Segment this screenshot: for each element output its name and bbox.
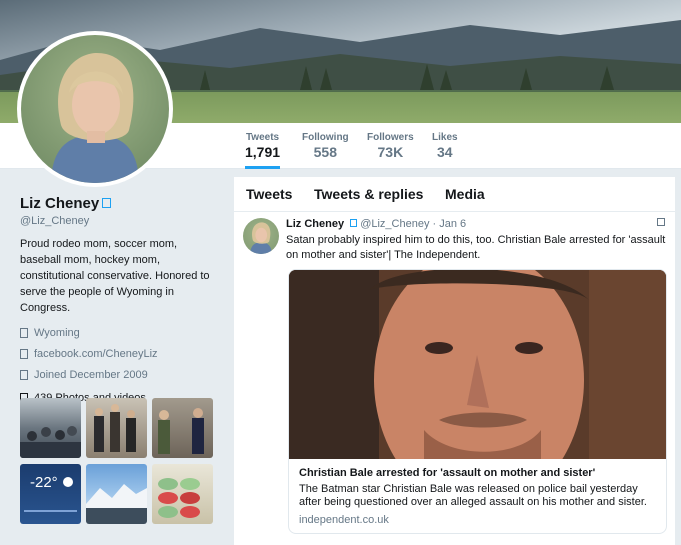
tweet-author-handle[interactable]: @Liz_Cheney — [360, 218, 429, 230]
avatar-portrait — [51, 53, 139, 183]
photo-thumb-image — [24, 477, 77, 512]
stat-followers[interactable]: Followers 73K — [367, 132, 414, 160]
stat-followers-label: Followers — [367, 132, 414, 143]
verified-badge-icon — [102, 198, 112, 208]
tweet-header: Liz Cheney @Liz_Cheney · Jan 6 — [286, 218, 466, 230]
profile-handle[interactable]: @Liz_Cheney — [20, 215, 215, 227]
photo-thumb-image — [158, 478, 200, 518]
link-card-description: The Batman star Christian Bale was relea… — [299, 483, 647, 508]
tab-tweets[interactable]: Tweets — [246, 186, 292, 202]
photo-thumb[interactable] — [86, 464, 147, 524]
stat-tweets-label: Tweets — [245, 132, 280, 143]
tweet-separator: · — [432, 218, 437, 230]
tab-media[interactable]: Media — [445, 186, 485, 202]
tweet-date[interactable]: Jan 6 — [439, 218, 466, 230]
link-card-photo — [289, 270, 666, 459]
weather-temp: -22° — [30, 474, 58, 491]
avatar[interactable] — [21, 35, 169, 183]
tweet-avatar-portrait — [250, 222, 272, 254]
photo-thumb[interactable] — [152, 398, 213, 458]
photo-thumb[interactable] — [152, 464, 213, 524]
stat-tweets[interactable]: Tweets 1,791 — [245, 132, 281, 169]
photo-thumb-image — [158, 408, 204, 454]
link-card-title: Christian Bale arrested for 'assault on … — [299, 467, 596, 479]
profile-website-link[interactable]: facebook.com/CheneyLiz — [34, 348, 158, 360]
stat-followers-value: 73K — [377, 144, 404, 160]
profile-card: Liz Cheney @Liz_Cheney Proud rodeo mom, … — [20, 195, 215, 404]
profile-location-text: Wyoming — [34, 326, 80, 339]
profile-joined-text: Joined December 2009 — [34, 368, 148, 381]
tweet-author-name[interactable]: Liz Cheney — [286, 218, 344, 230]
profile-bio: Proud rodeo mom, soccer mom, baseball mo… — [20, 238, 210, 314]
photo-thumb[interactable]: -22° — [20, 464, 81, 524]
verified-badge-icon — [350, 219, 358, 227]
profile-website: facebook.com/CheneyLiz — [20, 343, 215, 364]
stat-following[interactable]: Following 558 — [302, 132, 349, 160]
profile-name-row: Liz Cheney — [20, 195, 215, 213]
tweet-avatar[interactable] — [243, 218, 279, 254]
photo-thumb-image — [20, 426, 81, 458]
link-card-domain: independent.co.uk — [299, 514, 389, 526]
photo-thumb[interactable] — [20, 398, 81, 458]
profile-name[interactable]: Liz Cheney — [20, 195, 99, 212]
timeline: Tweets Tweets & replies Media Liz Cheney… — [234, 177, 675, 545]
stat-likes-label: Likes — [432, 132, 458, 143]
link-icon — [20, 348, 28, 359]
link-card[interactable]: Christian Bale arrested for 'assault on … — [288, 269, 667, 534]
photo-thumb[interactable] — [86, 398, 147, 458]
photo-thumb-image — [94, 404, 136, 452]
tweet-text: Satan probably inspired him to do this, … — [286, 234, 666, 261]
stat-tweets-value: 1,791 — [245, 144, 281, 160]
location-pin-icon — [20, 327, 28, 338]
timeline-tabs: Tweets Tweets & replies Media — [234, 177, 675, 212]
photo-thumb-image — [86, 484, 147, 524]
profile-location: Wyoming — [20, 322, 215, 343]
tab-tweets-replies[interactable]: Tweets & replies — [314, 186, 423, 202]
chevron-down-icon[interactable] — [657, 218, 665, 226]
profile-avatar-frame — [17, 31, 173, 187]
profile-meta: Wyoming facebook.com/CheneyLiz Joined De… — [20, 322, 215, 385]
profile-joined: Joined December 2009 — [20, 364, 215, 385]
link-card-image — [289, 270, 666, 459]
stat-following-label: Following — [302, 132, 349, 143]
stat-likes[interactable]: Likes 34 — [432, 132, 458, 160]
calendar-icon — [20, 369, 28, 380]
stat-following-value: 558 — [313, 144, 337, 160]
stat-likes-value: 34 — [437, 144, 453, 160]
